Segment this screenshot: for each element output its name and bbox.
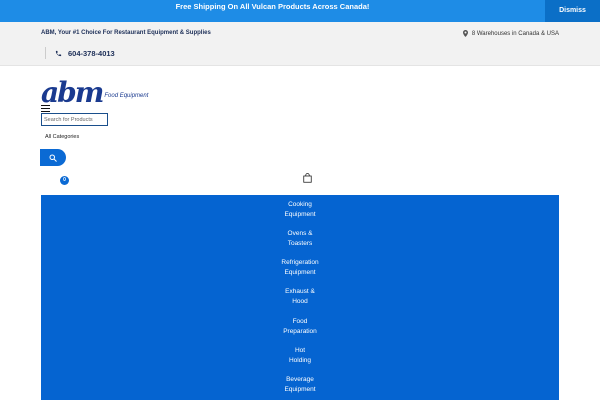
- nav-item-ovens-toasters[interactable]: Ovens & Toasters: [41, 229, 559, 249]
- top-info-bar: ABM, Your #1 Choice For Restaurant Equip…: [0, 22, 600, 66]
- phone-number: 604-378-4013: [68, 48, 115, 58]
- map-pin-icon: [462, 30, 468, 37]
- dismiss-button[interactable]: Dismiss: [545, 0, 600, 22]
- logo-subtitle: Food Equipment: [104, 93, 149, 99]
- cart-count-badge: 0: [60, 176, 69, 185]
- nav-item-food-preparation[interactable]: Food Preparation: [41, 317, 559, 337]
- nav-item-cooking-equipment[interactable]: Cooking Equipment: [41, 200, 559, 220]
- nav-item-hot-holding[interactable]: Hot Holding: [41, 346, 559, 366]
- nav-item-refrigeration-equipment[interactable]: Refrigeration Equipment: [41, 258, 559, 278]
- hamburger-icon[interactable]: [41, 105, 50, 112]
- logo-mark: abm: [41, 76, 104, 109]
- category-nav: Cooking Equipment Ovens & Toasters Refri…: [41, 195, 559, 400]
- nav-item-exhaust-hood[interactable]: Exhaust & Hood: [41, 287, 559, 307]
- search-input[interactable]: [41, 113, 108, 126]
- shopping-bag-icon[interactable]: [303, 170, 312, 188]
- search-icon: [49, 154, 57, 162]
- nav-item-beverage-equipment[interactable]: Beverage Equipment: [41, 375, 559, 395]
- announcement-bar: Free Shipping On All Vulcan Products Acr…: [0, 0, 600, 22]
- category-select[interactable]: All Categories: [45, 134, 79, 140]
- tagline: ABM, Your #1 Choice For Restaurant Equip…: [41, 30, 211, 36]
- warehouses-text: 8 Warehouses in Canada & USA: [471, 30, 559, 37]
- phone-icon: [55, 50, 62, 56]
- search-button[interactable]: [40, 149, 66, 166]
- phone-link[interactable]: 604-378-4013: [45, 47, 115, 59]
- warehouses-link[interactable]: 8 Warehouses in Canada & USA: [462, 30, 559, 37]
- announcement-text: Free Shipping On All Vulcan Products Acr…: [175, 2, 370, 11]
- site-logo[interactable]: abm Food Equipment: [41, 76, 149, 109]
